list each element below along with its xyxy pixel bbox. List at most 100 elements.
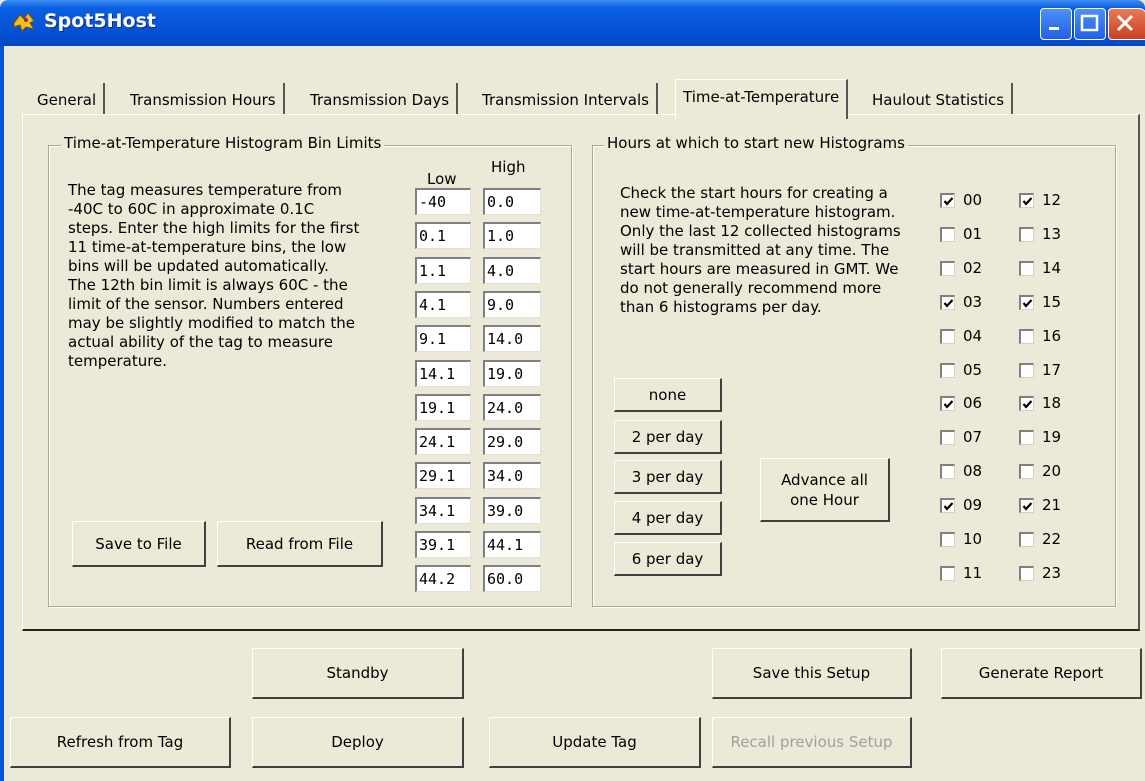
bin-low-field[interactable]: 24.1 <box>415 428 471 455</box>
checkbox-box[interactable] <box>1019 498 1034 513</box>
checkmark-icon <box>943 400 954 409</box>
hour-label: 14 <box>1042 259 1062 277</box>
hour-label: 09 <box>963 496 983 514</box>
tab-transmission-days[interactable]: Transmission Days <box>303 83 459 115</box>
checkbox-box[interactable] <box>940 430 955 445</box>
bin-high-field[interactable]: 9.0 <box>483 291 541 318</box>
checkbox-box[interactable] <box>1019 396 1034 411</box>
checkmark-icon <box>1022 502 1033 511</box>
bin-high-field[interactable]: 0.0 <box>483 188 541 215</box>
tab-haulout-statistics[interactable]: Haulout Statistics <box>865 83 1014 115</box>
bin-low-field[interactable]: 1.1 <box>415 257 471 284</box>
hour-label: 16 <box>1042 327 1062 345</box>
tab-time-at-temperature[interactable]: Time-at-Temperature <box>675 79 849 119</box>
save-this-setup-button[interactable]: Save this Setup <box>712 648 912 699</box>
checkbox-box[interactable] <box>1019 329 1034 344</box>
bin-high-field[interactable]: 29.0 <box>483 428 541 455</box>
checkbox-box[interactable] <box>1019 295 1034 310</box>
bin-limits-description: The tag measures temperature from -40C t… <box>68 181 360 370</box>
bin-high-field[interactable]: 14.0 <box>483 325 541 352</box>
bin-high-field[interactable]: 60.0 <box>483 565 541 592</box>
recall-previous-setup-button[interactable]: Recall previous Setup <box>712 717 912 768</box>
bin-low-field[interactable]: -40 <box>415 188 471 215</box>
checkmark-icon <box>943 197 954 206</box>
bin-high-field[interactable]: 24.0 <box>483 394 541 421</box>
tab-transmission-intervals[interactable]: Transmission Intervals <box>475 83 658 115</box>
checkbox-box[interactable] <box>940 396 955 411</box>
bin-low-field[interactable]: 19.1 <box>415 394 471 421</box>
checkbox-box[interactable] <box>1019 363 1034 378</box>
hour-label: 06 <box>963 394 983 412</box>
preset-4-per-day-button[interactable]: 4 per day <box>614 501 722 535</box>
bin-high-field[interactable]: 1.0 <box>483 222 541 249</box>
tab-transmission-hours[interactable]: Transmission Hours <box>123 83 285 115</box>
hour-label: 15 <box>1042 293 1062 311</box>
checkbox-box[interactable] <box>940 227 955 242</box>
bin-low-field[interactable]: 44.2 <box>415 565 471 592</box>
preset-3-per-day-button[interactable]: 3 per day <box>614 460 722 494</box>
bin-low-field[interactable]: 4.1 <box>415 291 471 318</box>
checkbox-box[interactable] <box>940 464 955 479</box>
hour-label: 02 <box>963 259 983 277</box>
hour-label: 08 <box>963 462 983 480</box>
checkmark-icon <box>1022 400 1033 409</box>
hour-label: 21 <box>1042 496 1062 514</box>
update-tag-button[interactable]: Update Tag <box>489 717 701 768</box>
hour-label: 20 <box>1042 462 1062 480</box>
hour-label: 19 <box>1042 428 1062 446</box>
checkbox-box[interactable] <box>1019 193 1034 208</box>
advance-all-one-hour-button[interactable]: Advance all one Hour <box>760 458 890 522</box>
generate-report-button[interactable]: Generate Report <box>941 648 1142 699</box>
read-from-file-button[interactable]: Read from File <box>217 521 383 567</box>
maximize-icon <box>1080 14 1099 32</box>
checkbox-box[interactable] <box>940 261 955 276</box>
checkbox-box[interactable] <box>940 295 955 310</box>
bin-high-field[interactable]: 34.0 <box>483 462 541 489</box>
refresh-from-tag-button[interactable]: Refresh from Tag <box>10 717 231 768</box>
hour-label: 07 <box>963 428 983 446</box>
checkbox-box[interactable] <box>940 329 955 344</box>
close-button[interactable] <box>1108 8 1145 40</box>
preset-2-per-day-button[interactable]: 2 per day <box>614 420 722 454</box>
bin-high-field[interactable]: 39.0 <box>483 497 541 524</box>
checkbox-box[interactable] <box>1019 532 1034 547</box>
checkmark-icon <box>943 299 954 308</box>
deploy-button[interactable]: Deploy <box>252 717 464 768</box>
preset-none-button[interactable]: none <box>614 378 722 412</box>
checkbox-box[interactable] <box>940 498 955 513</box>
hour-label: 17 <box>1042 361 1062 379</box>
checkbox-box[interactable] <box>1019 261 1034 276</box>
minimize-button[interactable] <box>1040 8 1072 40</box>
bin-low-field[interactable]: 9.1 <box>415 325 471 352</box>
checkbox-box[interactable] <box>940 363 955 378</box>
checkbox-box[interactable] <box>1019 566 1034 581</box>
checkbox-box[interactable] <box>940 193 955 208</box>
save-to-file-button[interactable]: Save to File <box>72 521 206 567</box>
bin-low-field[interactable]: 0.1 <box>415 222 471 249</box>
maximize-button[interactable] <box>1074 8 1106 40</box>
hour-label: 13 <box>1042 225 1062 243</box>
bin-high-field[interactable]: 19.0 <box>483 360 541 387</box>
hour-label: 04 <box>963 327 983 345</box>
bin-low-field[interactable]: 14.1 <box>415 360 471 387</box>
standby-button[interactable]: Standby <box>252 648 464 699</box>
bin-low-field[interactable]: 34.1 <box>415 497 471 524</box>
hour-label: 10 <box>963 530 983 548</box>
checkbox-box[interactable] <box>1019 430 1034 445</box>
checkbox-box[interactable] <box>1019 464 1034 479</box>
bin-limits-group-title: Time-at-Temperature Histogram Bin Limits <box>61 134 385 152</box>
close-icon <box>1116 14 1134 32</box>
bin-high-field[interactable]: 4.0 <box>483 257 541 284</box>
bin-low-field[interactable]: 29.1 <box>415 462 471 489</box>
minimize-icon <box>1049 27 1059 30</box>
hour-label: 11 <box>963 564 983 582</box>
preset-6-per-day-button[interactable]: 6 per day <box>614 542 722 576</box>
checkbox-box[interactable] <box>940 532 955 547</box>
tab-general[interactable]: General <box>30 83 106 115</box>
bin-low-field[interactable]: 39.1 <box>415 531 471 558</box>
hour-label: 03 <box>963 293 983 311</box>
checkbox-box[interactable] <box>1019 227 1034 242</box>
checkbox-box[interactable] <box>940 566 955 581</box>
bin-high-field[interactable]: 44.1 <box>483 531 541 558</box>
hour-label: 22 <box>1042 530 1062 548</box>
